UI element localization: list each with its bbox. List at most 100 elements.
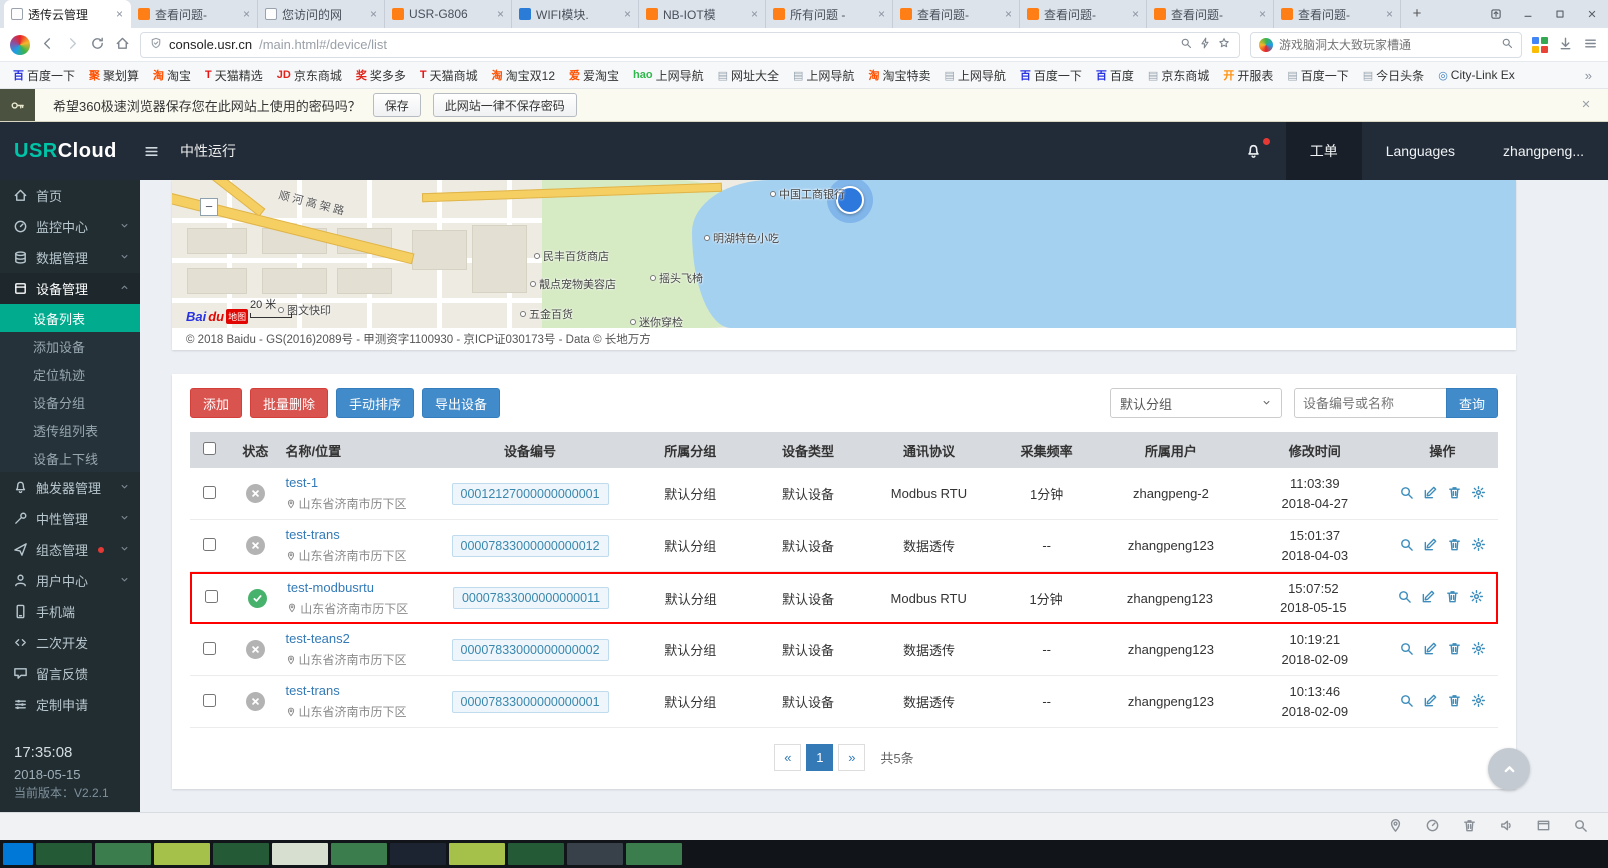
browser-tab[interactable]: 透传云管理 ×	[4, 0, 131, 28]
bookmark-item[interactable]: 百 百度一下	[1013, 67, 1089, 84]
zoom-icon[interactable]	[1573, 818, 1588, 836]
edit-icon[interactable]	[1423, 693, 1438, 711]
sidebar-submenu-item[interactable]: 定位轨迹	[0, 360, 140, 388]
sidebar-item[interactable]: 留言反馈	[0, 658, 140, 689]
scroll-to-top-button[interactable]	[1488, 748, 1530, 790]
bookmark-item[interactable]: 百 百度	[1089, 67, 1141, 84]
row-checkbox[interactable]	[203, 538, 216, 551]
page-1-button[interactable]: 1	[806, 744, 833, 771]
url-field[interactable]: console.usr.cn /main.html#/device/list	[140, 32, 1240, 58]
browser-tab[interactable]: 查看问题- ×	[1274, 0, 1401, 28]
edit-icon[interactable]	[1423, 537, 1438, 555]
prev-page-button[interactable]: «	[774, 744, 801, 771]
taskbar-window[interactable]	[154, 843, 210, 865]
sidebar-submenu-item[interactable]: 设备分组	[0, 388, 140, 416]
url-search-icon[interactable]	[1180, 37, 1192, 52]
sidebar-item[interactable]: 组态管理	[0, 534, 140, 565]
search-icon[interactable]	[1501, 37, 1513, 52]
browser-tab[interactable]: 查看问题- ×	[1020, 0, 1147, 28]
group-filter-select[interactable]: 默认分组	[1110, 388, 1282, 418]
batch-delete-button[interactable]: 批量删除	[250, 388, 328, 418]
settings-icon[interactable]	[1471, 537, 1486, 555]
taskbar-window[interactable]	[508, 843, 564, 865]
edit-icon[interactable]	[1421, 589, 1436, 607]
browser-logo[interactable]	[10, 35, 30, 55]
browser-tab[interactable]: WIFI模块. ×	[512, 0, 639, 28]
sidebar-item[interactable]: 首页	[0, 180, 140, 211]
bookmark-item[interactable]: 淘 淘宝双12	[485, 67, 562, 84]
device-id[interactable]: 00007833000000000002	[452, 639, 609, 661]
delete-icon[interactable]	[1445, 589, 1460, 607]
bookmark-item[interactable]: 百 百度一下	[6, 67, 82, 84]
sidebar-item[interactable]: 触发器管理	[0, 472, 140, 503]
bookmark-item[interactable]: 奖 奖多多	[349, 67, 413, 84]
sidebar-submenu-item[interactable]: 透传组列表	[0, 416, 140, 444]
tab-close-icon[interactable]: ×	[1259, 7, 1266, 21]
device-name-link[interactable]: test-trans	[286, 527, 340, 542]
bookmark-item[interactable]: 开 开服表	[1216, 67, 1280, 84]
user-menu[interactable]: zhangpeng...	[1479, 122, 1608, 180]
home-icon[interactable]	[115, 36, 130, 54]
pushpin-icon[interactable]	[1388, 818, 1403, 836]
sidebar-submenu-item[interactable]: 设备上下线	[0, 444, 140, 472]
baidu-map[interactable]: 顺河高架路 中国工商银行 明湖特色小吃 民丰百货商店 靓点宠物美容店 摇头飞椅 …	[172, 180, 1516, 328]
browser-tab[interactable]: NB-IOT模 ×	[639, 0, 766, 28]
browser-tab[interactable]: 查看问题- ×	[131, 0, 258, 28]
device-id[interactable]: 00007833000000000011	[453, 587, 609, 609]
bookmark-item[interactable]: hao 上网导航	[626, 67, 711, 84]
view-icon[interactable]	[1399, 537, 1414, 555]
bookmark-item[interactable]: ▤ 上网导航	[937, 67, 1012, 84]
browser-menu-icon[interactable]	[1583, 36, 1598, 54]
add-button[interactable]: 添加	[190, 388, 242, 418]
row-checkbox[interactable]	[203, 642, 216, 655]
bookmark-item[interactable]: T 天猫精选	[198, 67, 270, 84]
query-button[interactable]: 查询	[1446, 388, 1498, 418]
browser-search-input[interactable]	[1279, 38, 1495, 52]
volume-icon[interactable]	[1499, 818, 1514, 836]
bookmark-item[interactable]: 淘 淘宝	[146, 67, 198, 84]
usrcloud-logo[interactable]: USRCloud	[0, 140, 128, 163]
device-name-link[interactable]: test-trans	[286, 683, 340, 698]
row-checkbox[interactable]	[205, 590, 218, 603]
languages-item[interactable]: Languages	[1362, 122, 1479, 180]
sidebar-item[interactable]: 设备管理	[0, 273, 140, 304]
row-checkbox[interactable]	[203, 486, 216, 499]
tab-close-icon[interactable]: ×	[878, 7, 885, 21]
bolt-icon[interactable]	[1199, 37, 1211, 52]
manual-sort-button[interactable]: 手动排序	[336, 388, 414, 418]
taskbar-window[interactable]	[95, 843, 151, 865]
new-tab-button[interactable]: +	[1404, 4, 1430, 25]
settings-icon[interactable]	[1471, 485, 1486, 503]
taskbar-window[interactable]	[390, 843, 446, 865]
taskbar-window[interactable]	[213, 843, 269, 865]
taskbar-window[interactable]	[626, 843, 682, 865]
password-bar-close-icon[interactable]	[1580, 97, 1592, 113]
key-icon[interactable]	[0, 89, 35, 121]
bookmark-item[interactable]: ▤ 百度一下	[1280, 67, 1355, 84]
tab-close-icon[interactable]: ×	[624, 7, 631, 21]
tab-close-icon[interactable]: ×	[243, 7, 250, 21]
browser-tab[interactable]: USR-G806 ×	[385, 0, 512, 28]
maximize-icon[interactable]	[1544, 0, 1576, 28]
settings-icon[interactable]	[1471, 693, 1486, 711]
tab-close-icon[interactable]: ×	[751, 7, 758, 21]
start-button[interactable]	[3, 843, 33, 865]
bookmark-star-icon[interactable]	[1218, 37, 1230, 52]
delete-icon[interactable]	[1447, 485, 1462, 503]
select-all-checkbox[interactable]	[203, 442, 216, 455]
browser-tab[interactable]: 查看问题- ×	[1147, 0, 1274, 28]
bookmarks-overflow-icon[interactable]: »	[1575, 68, 1602, 83]
forward-icon[interactable]	[65, 36, 80, 54]
device-name-link[interactable]: test-1	[286, 475, 319, 490]
view-icon[interactable]	[1397, 589, 1412, 607]
delete-icon[interactable]	[1447, 693, 1462, 711]
bookmark-item[interactable]: JD 京东商城	[270, 67, 349, 84]
site-security-icon[interactable]	[150, 37, 162, 52]
sidebar-item[interactable]: 定制申请	[0, 689, 140, 720]
sidebar-item[interactable]: 用户中心	[0, 565, 140, 596]
downloads-icon[interactable]	[1558, 36, 1573, 54]
taskbar-window[interactable]	[272, 843, 328, 865]
network-icon[interactable]	[1425, 818, 1440, 836]
map-zoom-out-button[interactable]: −	[200, 198, 218, 216]
workorder-item[interactable]: 工单	[1286, 122, 1362, 180]
